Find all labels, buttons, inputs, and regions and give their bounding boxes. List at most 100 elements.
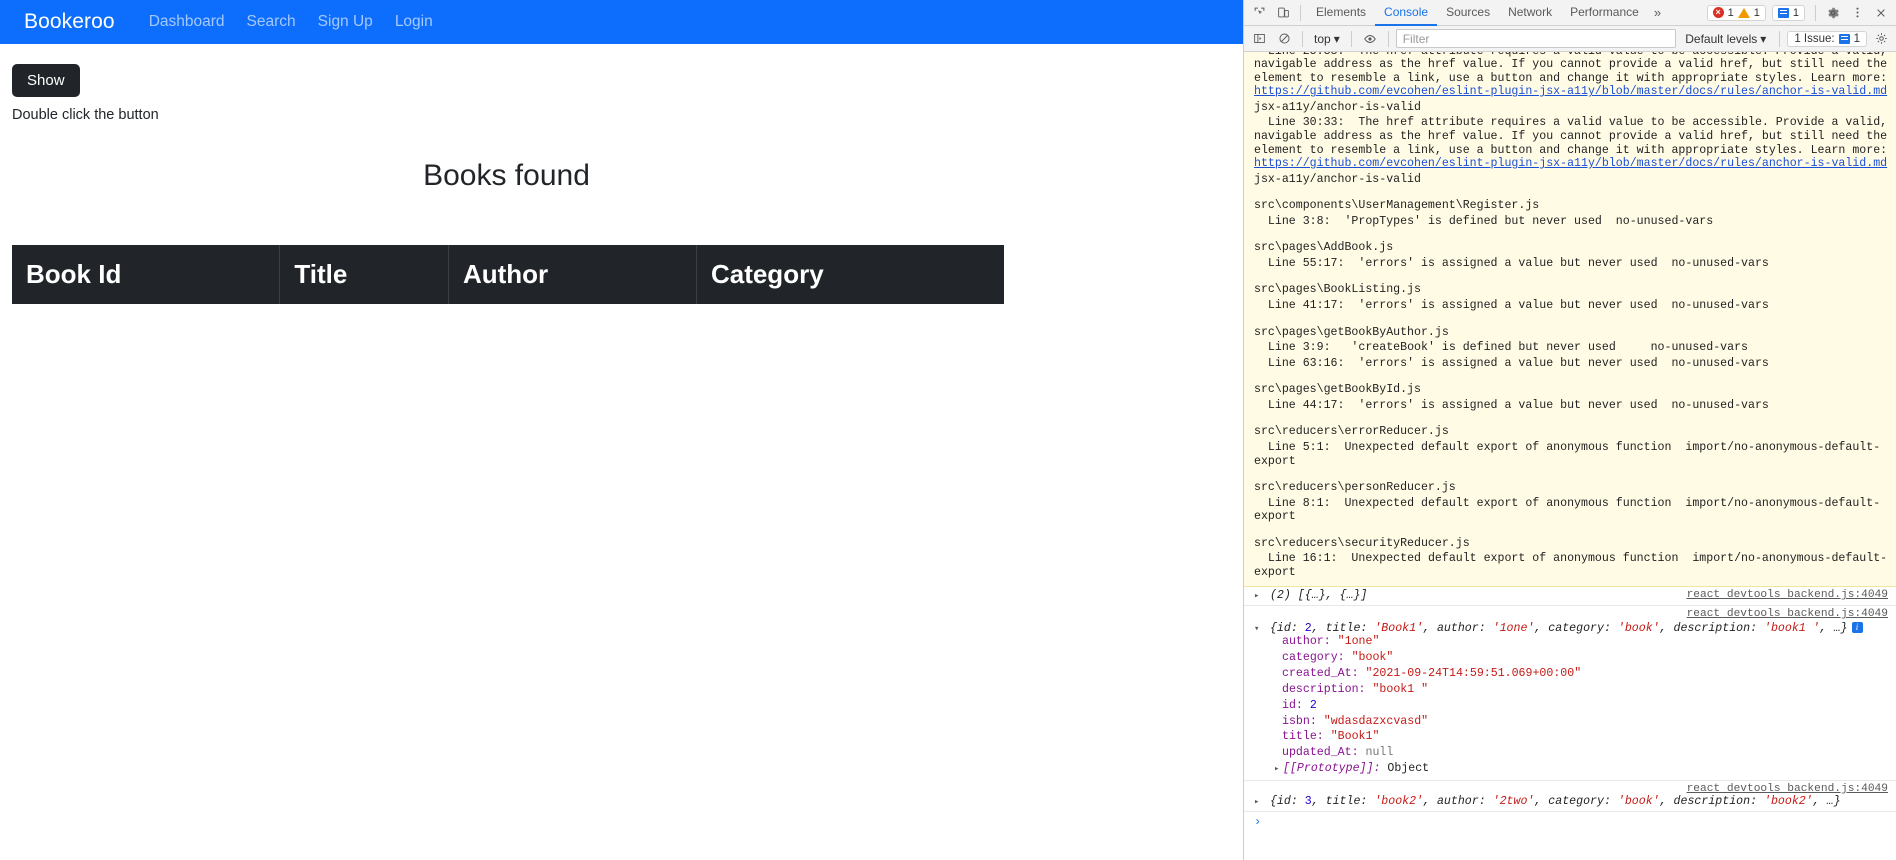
object-prototype-row[interactable]: ▸ [[Prototype]]: Object — [1254, 761, 1888, 777]
warning-file-path: src\reducers\errorReducer.js — [1254, 425, 1449, 439]
books-table: Book Id Title Author Category — [12, 245, 1004, 304]
tab-console[interactable]: Console — [1375, 0, 1438, 26]
nav-link-signup[interactable]: Sign Up — [318, 13, 373, 31]
object-preview-row[interactable]: ▾ {id: 2, title: 'Book1', author: '1one'… — [1254, 621, 1888, 635]
column-header-category[interactable]: Category — [696, 245, 1004, 304]
console-filter-input[interactable] — [1395, 29, 1677, 48]
warning-file-line: Line 63:16: 'errors' is assigned a value… — [1254, 356, 1769, 370]
console-output[interactable]: jsx-a11y/anchor-is-valid Line 25:33: The… — [1244, 52, 1896, 860]
devtools-toolbar: Elements Console Sources Network Perform… — [1244, 0, 1896, 26]
object-property: isbn: "wdasdazxcvasd" — [1254, 714, 1888, 730]
property-value: "Book1" — [1330, 730, 1380, 744]
console-source-link[interactable]: react devtools backend.js:4049 — [1687, 590, 1888, 602]
execution-context-selector[interactable]: top ▾ — [1310, 32, 1344, 46]
warning-file-path: src\pages\AddBook.js — [1254, 241, 1394, 255]
devtools-tabs: Elements Console Sources Network Perform… — [1307, 0, 1667, 26]
expand-triangle-icon[interactable]: ▾ — [1254, 624, 1263, 634]
column-header-author[interactable]: Author — [448, 245, 697, 304]
prototype-value: Object — [1387, 761, 1430, 775]
warning-rule-name: jsx-a11y/anchor-is-valid — [1254, 100, 1421, 114]
property-value: "wdasdazxcvasd" — [1323, 714, 1429, 728]
nav-link-login[interactable]: Login — [395, 13, 433, 31]
console-prompt[interactable]: › — [1244, 812, 1896, 832]
warning-file-line: Line 41:17: 'errors' is assigned a value… — [1254, 299, 1769, 312]
nav-link-search[interactable]: Search — [247, 13, 296, 31]
warning-file-path: src\components\UserManagement\Register.j… — [1254, 199, 1540, 213]
issues-icon — [1838, 33, 1850, 44]
property-value: "book1 " — [1372, 682, 1429, 696]
expand-triangle-icon[interactable]: ▸ — [1254, 592, 1263, 601]
console-warning-block: jsx-a11y/anchor-is-valid Line 25:33: The… — [1244, 52, 1896, 588]
console-source-link[interactable]: react devtools backend.js:4049 — [1254, 783, 1888, 795]
kebab-menu-icon[interactable] — [1846, 2, 1868, 24]
error-warning-counts[interactable]: × 1 1 — [1706, 4, 1766, 21]
object-preview: {id: 3, title: 'book2', author: '2two', … — [1263, 795, 1841, 809]
object-preview: {id: 2, title: 'Book1', author: '1one', … — [1263, 621, 1848, 635]
live-expression-icon[interactable] — [1359, 28, 1381, 50]
object-property: title: "Book1" — [1254, 729, 1888, 745]
console-filter-bar: top ▾ Default levels ▾ 1 Issue: 1 — [1244, 26, 1896, 52]
column-header-book-id[interactable]: Book Id — [12, 245, 281, 304]
console-source-link[interactable]: react devtools backend.js:4049 — [1254, 608, 1888, 620]
devtools-panel: Elements Console Sources Network Perform… — [1243, 0, 1896, 860]
property-name: isbn: — [1282, 714, 1324, 728]
filterbar-divider-3 — [1387, 30, 1389, 47]
property-value: "2021-09-24T14:59:51.069+00:00" — [1365, 667, 1582, 681]
warning-file-path: src\reducers\securityReducer.js — [1254, 536, 1470, 550]
prototype-label: [[Prototype]]: — [1283, 761, 1388, 775]
console-sidebar-icon[interactable] — [1248, 28, 1270, 50]
log-levels-value: Default levels — [1685, 31, 1758, 46]
filterbar-divider-4 — [1779, 30, 1781, 47]
console-settings-gear-icon[interactable] — [1870, 28, 1892, 50]
property-name: description: — [1282, 682, 1373, 696]
info-badge-icon[interactable]: i — [1851, 621, 1863, 633]
inspect-element-icon[interactable] — [1248, 2, 1270, 24]
column-header-title[interactable]: Title — [279, 245, 449, 304]
object-property: updated_At: null — [1254, 745, 1888, 761]
console-log-object[interactable]: react devtools backend.js:4049 ▾ {id: 2, … — [1244, 606, 1896, 781]
show-button[interactable]: Show — [12, 64, 80, 97]
expand-triangle-icon[interactable]: ▸ — [1254, 798, 1263, 807]
warning-doc-link[interactable]: https://github.com/evcohen/eslint-plugin… — [1254, 85, 1887, 98]
log-levels-dropdown[interactable]: Default levels ▾ — [1679, 32, 1772, 46]
console-log-array[interactable]: ▸ (2) [{…}, {…}] react devtools backend.j… — [1244, 587, 1896, 607]
site-navbar: Bookeroo Dashboard Search Sign Up Login — [0, 0, 1243, 44]
toolbar-divider — [1300, 4, 1301, 21]
nav-link-dashboard[interactable]: Dashboard — [149, 13, 225, 31]
close-icon[interactable] — [1870, 2, 1892, 24]
warning-file-line: Line 44:17: 'errors' is assigned a value… — [1254, 398, 1769, 412]
warning-file-line: Line 16:1: Unexpected default export of … — [1254, 552, 1888, 579]
tab-network[interactable]: Network — [1499, 0, 1561, 26]
tab-elements[interactable]: Elements — [1307, 0, 1375, 26]
site-brand[interactable]: Bookeroo — [24, 10, 115, 34]
console-log-object[interactable]: react devtools backend.js:4049 ▸ {id: 3, … — [1244, 781, 1896, 813]
property-name: title: — [1282, 730, 1331, 744]
device-toolbar-icon[interactable] — [1272, 2, 1294, 24]
chevron-down-icon: ▾ — [1333, 31, 1340, 46]
property-value: "1one" — [1337, 635, 1380, 649]
warning-count: 1 — [1753, 6, 1760, 19]
issues-count: 1 — [1853, 32, 1860, 45]
clear-console-icon[interactable] — [1273, 28, 1295, 50]
expand-triangle-icon[interactable]: ▸ — [1274, 764, 1283, 774]
message-count-box[interactable]: 1 — [1771, 4, 1805, 21]
tab-sources[interactable]: Sources — [1437, 0, 1499, 26]
object-preview-row[interactable]: ▸ {id: 3, title: 'book2', author: '2two'… — [1254, 796, 1888, 808]
warning-file-line: Line 5:1: Unexpected default export of a… — [1254, 440, 1881, 468]
tab-performance[interactable]: Performance — [1561, 0, 1648, 26]
warning-entry: Line 30:33: The href attribute requires … — [1254, 116, 1895, 171]
warning-icon — [1737, 7, 1750, 18]
console-scroll-area[interactable]: jsx-a11y/anchor-is-valid Line 25:33: The… — [1244, 52, 1896, 860]
screen-root: Bookeroo Dashboard Search Sign Up Login … — [0, 0, 1896, 860]
warning-doc-link[interactable]: https://github.com/evcohen/eslint-plugin… — [1254, 157, 1887, 170]
warning-file-path: src\pages\getBookById.js — [1254, 383, 1421, 397]
issues-badge[interactable]: 1 Issue: 1 — [1787, 30, 1867, 47]
property-name: updated_At: — [1282, 746, 1366, 760]
gear-icon[interactable] — [1822, 2, 1844, 24]
more-tabs-icon[interactable]: » — [1648, 0, 1667, 26]
warning-file-line: Line 55:17: 'errors' is assigned a value… — [1254, 256, 1769, 270]
